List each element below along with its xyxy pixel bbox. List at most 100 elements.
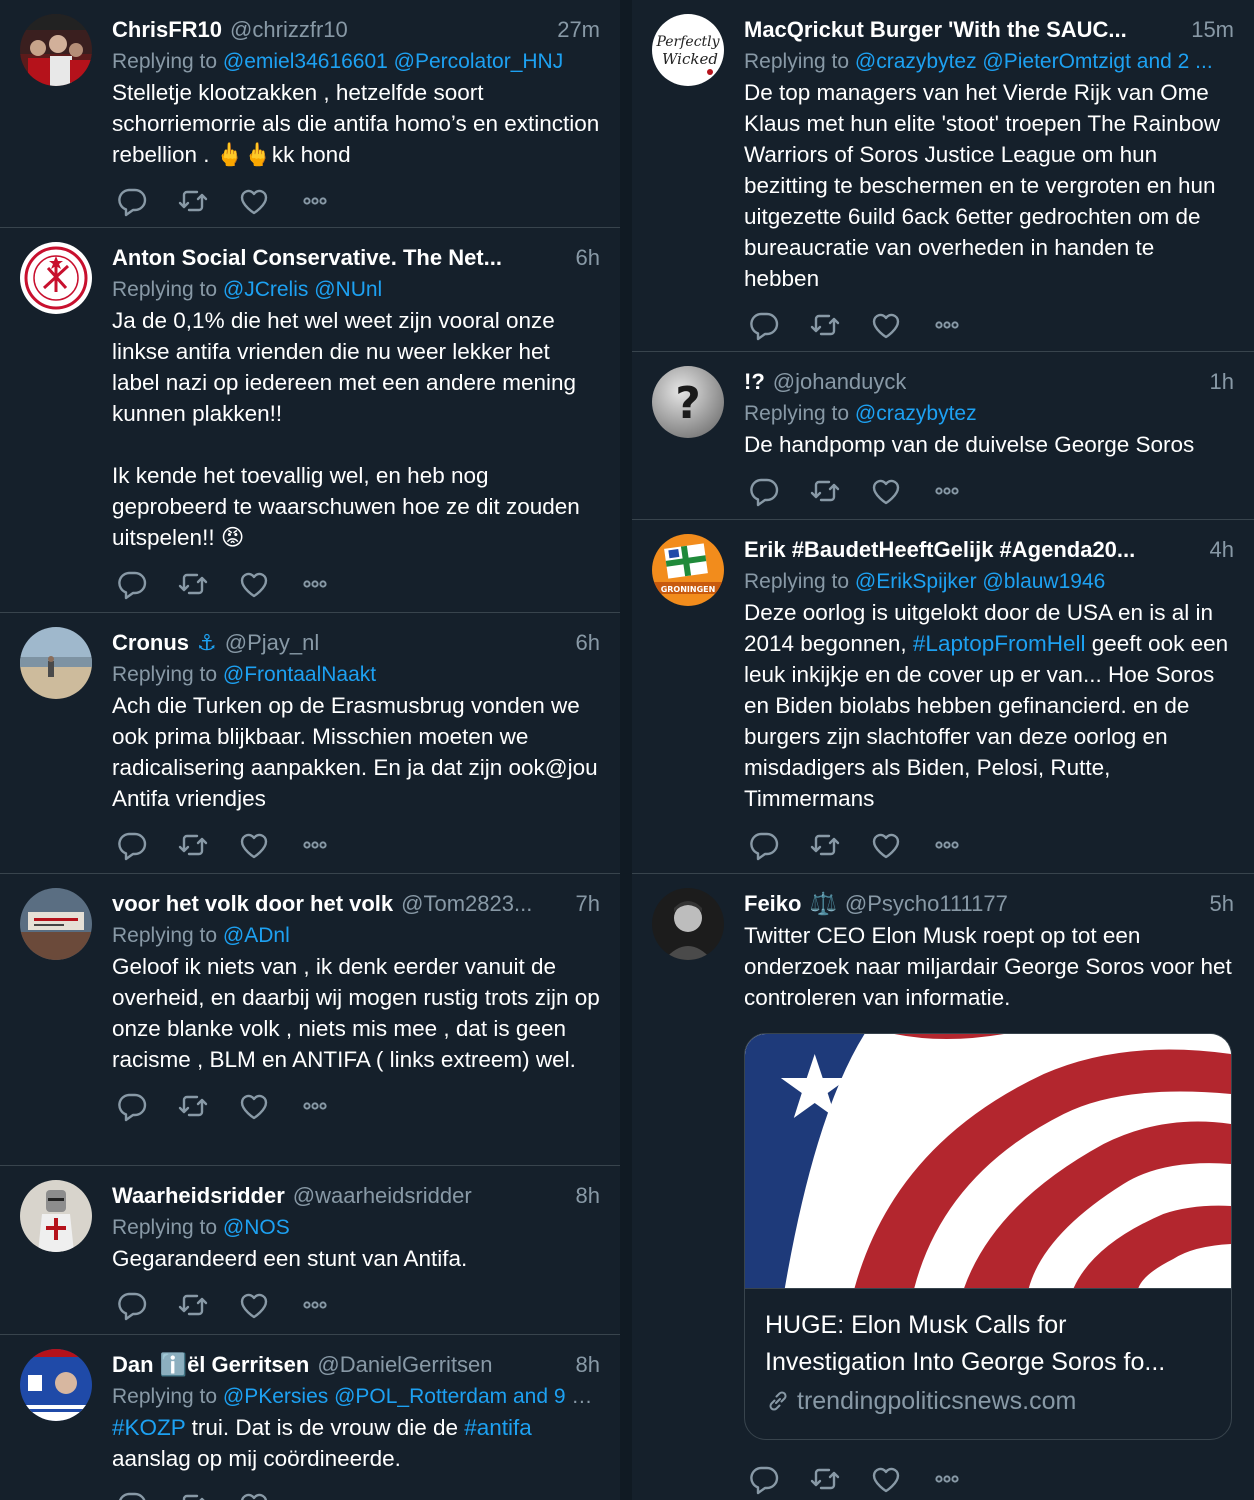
user-handle[interactable]: @Psycho111177 — [845, 888, 1008, 920]
display-name[interactable]: MacQrickut Burger 'With the SAUC... — [744, 14, 1127, 46]
avatar[interactable] — [20, 14, 92, 86]
tweet[interactable]: ? !? @johanduyck 1h Replying to @crazyby… — [632, 352, 1254, 520]
more-button[interactable] — [295, 1287, 335, 1323]
tweet[interactable]: ChrisFR10 @chrizzfr10 27m Replying to @e… — [0, 0, 620, 228]
avatar[interactable]: ? — [652, 366, 724, 438]
like-button[interactable] — [234, 1287, 274, 1323]
avatar[interactable] — [20, 242, 92, 314]
tweet[interactable]: Cronus ⚓ @Pjay_nl 6h Replying to @Fronta… — [0, 613, 620, 874]
avatar[interactable] — [652, 888, 724, 960]
reply-button[interactable] — [744, 1461, 784, 1497]
avatar[interactable]: GRONINGEN — [652, 534, 724, 606]
tweet[interactable]: Perfectly Wicked MacQrickut Burger 'With… — [632, 0, 1254, 352]
more-button[interactable] — [295, 183, 335, 219]
display-name[interactable]: Feiko — [744, 888, 801, 920]
like-button[interactable] — [866, 1461, 906, 1497]
retweet-button[interactable] — [173, 827, 213, 863]
display-name[interactable]: Anton Social Conservative. The Net... — [112, 242, 502, 274]
more-button[interactable] — [927, 827, 967, 863]
reply-mentions[interactable]: @crazybytez — [855, 402, 977, 425]
reply-mentions[interactable]: @JCrelis @NUnl — [223, 278, 382, 301]
display-name[interactable]: !? — [744, 366, 765, 398]
reply-mentions[interactable]: @emiel34616601 @Percolator_HNJ — [223, 50, 563, 73]
like-button[interactable] — [234, 1487, 274, 1500]
user-handle[interactable]: @Tom2823... — [401, 888, 532, 920]
timestamp[interactable]: 5h — [1194, 888, 1234, 920]
user-handle[interactable]: @waarheidsridder — [293, 1180, 472, 1212]
retweet-button[interactable] — [173, 183, 213, 219]
user-handle[interactable]: @Pjay_nl — [225, 627, 320, 659]
reply-mentions[interactable]: @crazybytez @PieterOmtzigt and 2 ... — [855, 50, 1213, 73]
more-button[interactable] — [927, 473, 967, 509]
like-button[interactable] — [866, 473, 906, 509]
display-name[interactable]: Waarheidsridder — [112, 1180, 285, 1212]
reply-mentions[interactable]: @FrontaalNaakt — [223, 663, 376, 686]
reply-button[interactable] — [112, 1088, 152, 1124]
reply-button[interactable] — [112, 1287, 152, 1323]
display-name[interactable]: voor het volk door het volk — [112, 888, 393, 920]
timestamp[interactable]: 15m — [1175, 14, 1234, 46]
tweet[interactable]: Waarheidsridder @waarheidsridder 8h Repl… — [0, 1166, 620, 1335]
more-button[interactable] — [927, 1461, 967, 1497]
hashtag-link[interactable]: #LaptopFromHell — [913, 631, 1086, 656]
reply-button[interactable] — [112, 827, 152, 863]
link-card[interactable]: HUGE: Elon Musk Calls for Investigation … — [744, 1033, 1232, 1440]
user-handle[interactable]: @DanielGerritsen — [317, 1349, 492, 1381]
timestamp[interactable]: 6h — [560, 242, 600, 274]
reply-mentions[interactable]: @NOS — [223, 1216, 290, 1239]
timestamp[interactable]: 4h — [1194, 534, 1234, 566]
like-button[interactable] — [866, 827, 906, 863]
retweet-button[interactable] — [173, 1088, 213, 1124]
reply-button[interactable] — [744, 473, 784, 509]
user-handle[interactable]: @chrizzfr10 — [230, 14, 348, 46]
display-name[interactable]: ChrisFR10 — [112, 14, 222, 46]
reply-mentions[interactable]: @ErikSpijker @blauw1946 — [855, 570, 1105, 593]
display-name[interactable]: Cronus — [112, 627, 189, 659]
display-name[interactable]: Dan ℹ️ël Gerritsen — [112, 1349, 309, 1381]
retweet-button[interactable] — [805, 1461, 845, 1497]
hashtag-link[interactable]: #KOZP — [112, 1415, 185, 1440]
more-button[interactable] — [295, 827, 335, 863]
avatar[interactable] — [20, 1349, 92, 1421]
like-button[interactable] — [234, 1088, 274, 1124]
retweet-button[interactable] — [805, 827, 845, 863]
retweet-button[interactable] — [173, 566, 213, 602]
card-title[interactable]: HUGE: Elon Musk Calls for Investigation … — [765, 1307, 1213, 1381]
retweet-button[interactable] — [173, 1487, 213, 1500]
more-button[interactable] — [295, 1487, 335, 1500]
more-button[interactable] — [295, 1088, 335, 1124]
avatar[interactable] — [20, 1180, 92, 1252]
reply-button[interactable] — [744, 307, 784, 343]
display-name[interactable]: Erik #BaudetHeeftGelijk #Agenda20... — [744, 534, 1135, 566]
tweet[interactable]: GRONINGEN Erik #BaudetHeeftGelijk #Agend… — [632, 520, 1254, 874]
like-button[interactable] — [234, 566, 274, 602]
timestamp[interactable]: 6h — [560, 627, 600, 659]
timestamp[interactable]: 8h — [560, 1349, 600, 1381]
retweet-button[interactable] — [805, 307, 845, 343]
user-handle[interactable]: @johanduyck — [773, 366, 907, 398]
more-button[interactable] — [295, 566, 335, 602]
retweet-button[interactable] — [173, 1287, 213, 1323]
reply-mentions[interactable]: @ADnl — [223, 924, 290, 947]
avatar[interactable]: Perfectly Wicked — [652, 14, 724, 86]
tweet[interactable]: Feiko ⚖️ @Psycho111177 5h Twitter CEO El… — [632, 874, 1254, 1500]
reply-button[interactable] — [112, 1487, 152, 1500]
hashtag-link[interactable]: #antifa — [464, 1415, 532, 1440]
timestamp[interactable]: 7h — [560, 888, 600, 920]
reply-mentions[interactable]: @PKersies @POL_Rotterdam and 9 o... — [223, 1385, 600, 1408]
tweet[interactable]: voor het volk door het volk @Tom2823... … — [0, 874, 620, 1166]
timestamp[interactable]: 1h — [1194, 366, 1234, 398]
avatar[interactable] — [20, 627, 92, 699]
reply-button[interactable] — [112, 183, 152, 219]
timestamp[interactable]: 8h — [560, 1180, 600, 1212]
tweet[interactable]: Dan ℹ️ël Gerritsen @DanielGerritsen 8h R… — [0, 1335, 620, 1500]
like-button[interactable] — [234, 183, 274, 219]
reply-button[interactable] — [744, 827, 784, 863]
more-button[interactable] — [927, 307, 967, 343]
like-button[interactable] — [866, 307, 906, 343]
like-button[interactable] — [234, 827, 274, 863]
reply-button[interactable] — [112, 566, 152, 602]
timestamp[interactable]: 27m — [541, 14, 600, 46]
tweet[interactable]: Anton Social Conservative. The Net... 6h… — [0, 228, 620, 613]
avatar[interactable] — [20, 888, 92, 960]
